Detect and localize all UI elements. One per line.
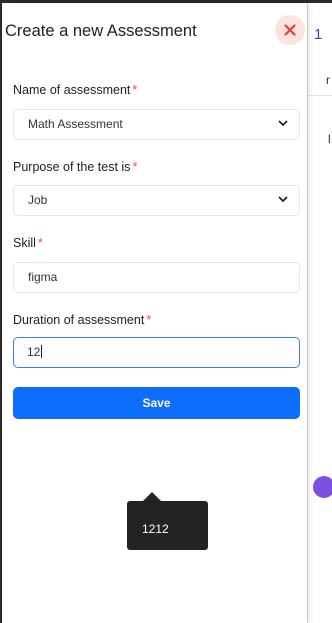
- background-divider: [308, 95, 332, 96]
- skill-label: Skill *: [13, 236, 43, 250]
- screen: 1 r l Create a new Assessment Name of as…: [0, 0, 332, 623]
- background-text-fragment: 1: [314, 26, 323, 43]
- select-value: Job: [28, 193, 48, 207]
- skill-input[interactable]: figma: [13, 262, 300, 293]
- required-asterisk: *: [146, 313, 152, 327]
- required-asterisk: *: [132, 160, 138, 174]
- label-text: Name of assessment: [13, 83, 131, 97]
- background-avatar-dot[interactable]: [313, 476, 332, 498]
- input-value: figma: [28, 270, 58, 284]
- label-text: Skill: [13, 236, 36, 250]
- label-text: Duration of assessment: [13, 313, 145, 327]
- close-button[interactable]: [275, 15, 305, 45]
- tooltip: 1212: [127, 501, 208, 550]
- tooltip-text: 1212: [142, 522, 169, 536]
- name-of-assessment-select[interactable]: Math Assessment: [13, 109, 300, 140]
- purpose-of-test-label: Purpose of the test is *: [13, 160, 137, 174]
- label-text: Purpose of the test is: [13, 160, 131, 174]
- required-asterisk: *: [37, 236, 43, 250]
- required-asterisk: *: [132, 83, 138, 97]
- name-of-assessment-label: Name of assessment *: [13, 83, 137, 97]
- save-button[interactable]: Save: [13, 387, 300, 419]
- select-value: Math Assessment: [28, 117, 123, 131]
- input-value: 12: [27, 345, 41, 359]
- duration-input[interactable]: 12: [13, 337, 300, 368]
- purpose-of-test-select[interactable]: Job: [13, 185, 300, 216]
- duration-label: Duration of assessment *: [13, 313, 151, 327]
- background-page: [307, 3, 332, 623]
- chevron-down-icon: [278, 120, 288, 127]
- chevron-down-icon: [278, 196, 288, 203]
- tooltip-arrow: [143, 492, 161, 501]
- drawer-title: Create a new Assessment: [5, 22, 197, 40]
- text-caret: [41, 345, 43, 358]
- background-text-fragment: l: [328, 132, 331, 146]
- close-x-icon: [284, 24, 296, 36]
- background-text-fragment: r: [326, 73, 330, 87]
